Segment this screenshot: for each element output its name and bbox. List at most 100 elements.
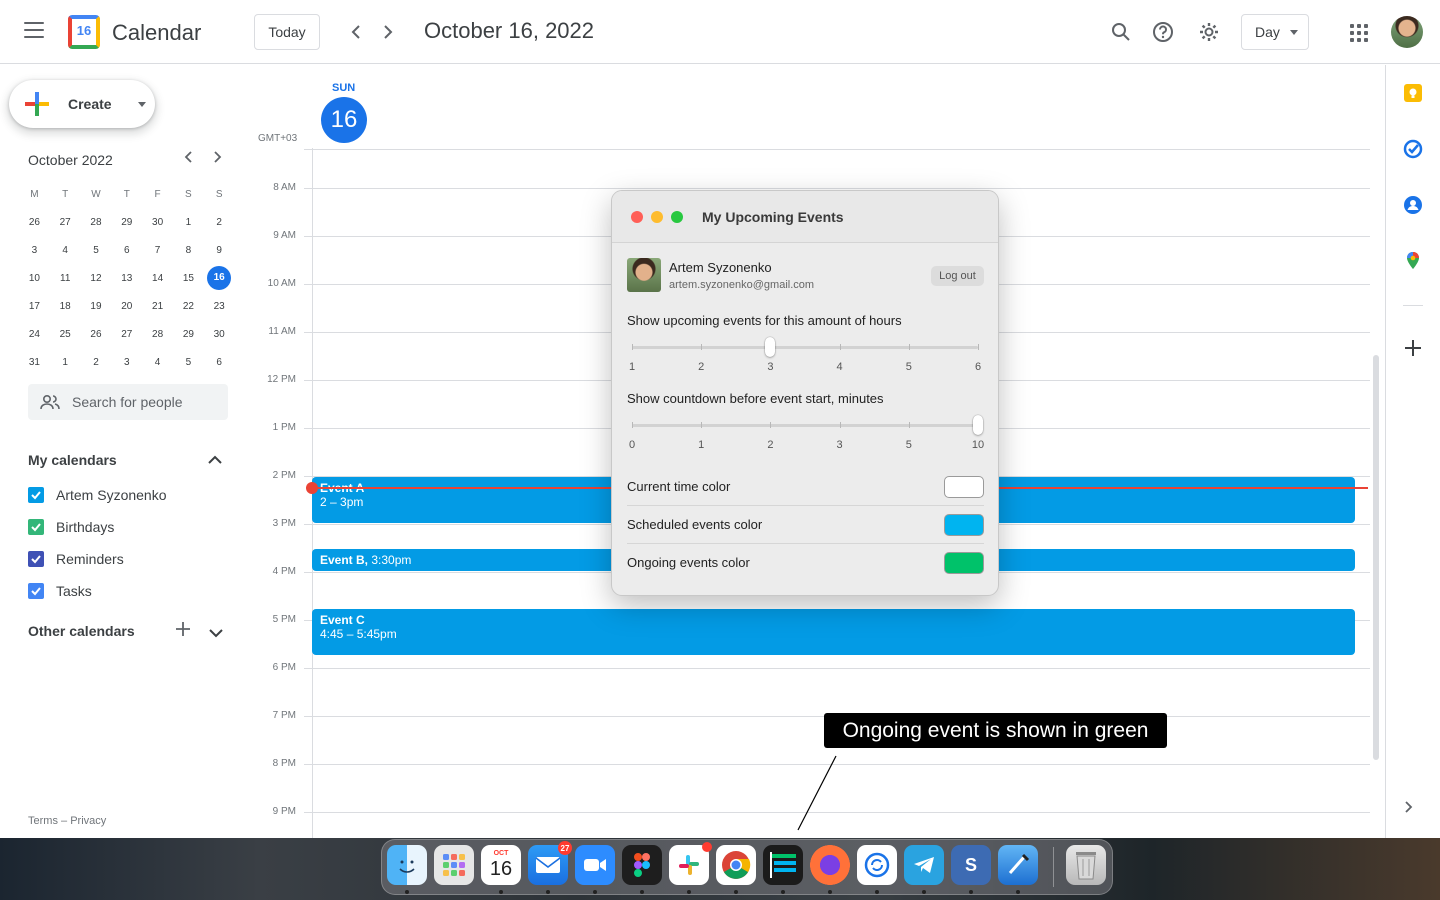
contacts-icon[interactable] xyxy=(1403,195,1423,215)
minimize-window-icon[interactable] xyxy=(651,211,663,223)
mini-calendar-day[interactable]: 9 xyxy=(204,245,235,256)
mini-calendar-day[interactable]: 2 xyxy=(204,217,235,228)
slack-icon[interactable] xyxy=(669,842,712,885)
logout-button[interactable]: Log out xyxy=(931,266,984,286)
main-menu-icon[interactable] xyxy=(24,22,44,40)
mini-calendar-day[interactable]: 3 xyxy=(111,357,142,368)
mini-calendar-day[interactable]: 18 xyxy=(50,301,81,312)
mini-calendar-day[interactable]: 6 xyxy=(204,357,235,368)
finder-icon[interactable] xyxy=(387,845,427,885)
calendar-item[interactable]: Artem Syzonenko xyxy=(28,483,167,507)
mini-calendar-day[interactable]: 25 xyxy=(50,329,81,340)
mini-calendar-day[interactable]: 4 xyxy=(142,357,173,368)
maps-icon[interactable] xyxy=(1403,251,1423,271)
search-icon[interactable] xyxy=(1107,18,1135,46)
google-apps-icon[interactable] xyxy=(1350,24,1368,42)
slider-knob[interactable] xyxy=(765,337,776,357)
mini-calendar-day[interactable]: 5 xyxy=(81,245,112,256)
mini-calendar-day[interactable]: 13 xyxy=(111,273,142,284)
checkbox-checked-icon[interactable] xyxy=(28,519,44,535)
slider-track[interactable] xyxy=(632,424,978,427)
color-swatch[interactable] xyxy=(944,476,984,498)
mini-calendar-day[interactable]: 29 xyxy=(173,329,204,340)
event-c[interactable]: Event C 4:45 – 5:45pm xyxy=(312,609,1355,655)
mini-calendar-day[interactable]: 28 xyxy=(81,217,112,228)
mini-calendar-day[interactable]: 19 xyxy=(81,301,112,312)
sync-icon[interactable] xyxy=(857,845,897,885)
checkbox-checked-icon[interactable] xyxy=(28,583,44,599)
mini-calendar-day[interactable]: 16 xyxy=(204,266,235,290)
create-button[interactable]: Create xyxy=(9,80,155,128)
checkbox-checked-icon[interactable] xyxy=(28,487,44,503)
zoom-icon[interactable] xyxy=(575,845,615,885)
view-selector[interactable]: Day xyxy=(1241,14,1309,50)
mini-calendar-day[interactable]: 1 xyxy=(173,217,204,228)
mini-calendar-day[interactable]: 1 xyxy=(50,357,81,368)
mini-calendar-day[interactable]: 22 xyxy=(173,301,204,312)
trash-icon[interactable] xyxy=(1066,845,1106,885)
color-swatch[interactable] xyxy=(944,552,984,574)
scrollbar[interactable] xyxy=(1373,355,1379,760)
help-icon[interactable] xyxy=(1149,18,1177,46)
mini-calendar-day[interactable]: 7 xyxy=(142,245,173,256)
checkbox-checked-icon[interactable] xyxy=(28,551,44,567)
mini-calendar-day[interactable]: 31 xyxy=(19,357,50,368)
mini-calendar-day[interactable]: 26 xyxy=(81,329,112,340)
mini-calendar-day[interactable]: 27 xyxy=(50,217,81,228)
calendar-item[interactable]: Birthdays xyxy=(28,515,114,539)
account-avatar[interactable] xyxy=(1391,16,1423,48)
settings-gear-icon[interactable] xyxy=(1195,18,1223,46)
my-calendars-title[interactable]: My calendars xyxy=(28,452,117,468)
search-people-field[interactable] xyxy=(28,384,228,420)
mini-calendar-day[interactable]: 12 xyxy=(81,273,112,284)
mini-calendar-day[interactable]: 2 xyxy=(81,357,112,368)
calendar-item[interactable]: Tasks xyxy=(28,579,92,603)
app-title[interactable]: Calendar xyxy=(112,20,201,46)
today-button[interactable]: Today xyxy=(254,14,320,50)
mini-calendar-day[interactable]: 14 xyxy=(142,273,173,284)
zoom-window-icon[interactable] xyxy=(671,211,683,223)
day-number[interactable]: 16 xyxy=(321,97,367,143)
calendar-item[interactable]: Reminders xyxy=(28,547,124,571)
figma-icon[interactable] xyxy=(622,845,662,885)
collapse-side-panel-icon[interactable] xyxy=(1405,800,1413,818)
mini-calendar-day[interactable]: 8 xyxy=(173,245,204,256)
privacy-link[interactable]: Privacy xyxy=(70,815,106,827)
mini-calendar-day[interactable]: 30 xyxy=(142,217,173,228)
search-people-input[interactable] xyxy=(72,384,222,420)
calendar-icon[interactable]: OCT 16 xyxy=(481,845,521,885)
telegram-icon[interactable] xyxy=(904,845,944,885)
chrome-icon[interactable] xyxy=(716,845,756,885)
mini-calendar-day[interactable]: 26 xyxy=(19,217,50,228)
mini-calendar-day[interactable]: 23 xyxy=(204,301,235,312)
xcode-icon[interactable] xyxy=(998,845,1038,885)
mini-calendar-day[interactable]: 21 xyxy=(142,301,173,312)
mini-calendar-day[interactable]: 17 xyxy=(19,301,50,312)
mini-calendar-day[interactable]: 10 xyxy=(19,273,50,284)
mini-calendar-day[interactable]: 20 xyxy=(111,301,142,312)
close-window-icon[interactable] xyxy=(631,211,643,223)
mini-calendar-day[interactable]: 3 xyxy=(19,245,50,256)
other-calendars-title[interactable]: Other calendars xyxy=(28,623,135,639)
mini-calendar-day[interactable]: 27 xyxy=(111,329,142,340)
mini-calendar-day[interactable]: 24 xyxy=(19,329,50,340)
next-day-button[interactable] xyxy=(376,20,400,44)
mini-calendar-day[interactable]: 15 xyxy=(173,273,204,284)
mini-next-month-button[interactable] xyxy=(208,150,228,168)
calendar-logo-icon[interactable]: 16 xyxy=(68,15,100,49)
add-calendar-icon[interactable] xyxy=(176,622,190,639)
mini-calendar-day[interactable]: 5 xyxy=(173,357,204,368)
chevron-up-icon[interactable] xyxy=(208,452,222,468)
get-addons-plus-icon[interactable] xyxy=(1403,337,1423,361)
launchpad-icon[interactable] xyxy=(434,845,474,885)
terms-link[interactable]: Terms xyxy=(28,815,58,827)
mini-prev-month-button[interactable] xyxy=(178,150,198,168)
color-swatch[interactable] xyxy=(944,514,984,536)
mini-calendar-day[interactable]: 6 xyxy=(111,245,142,256)
mini-calendar-day[interactable]: 28 xyxy=(142,329,173,340)
prev-day-button[interactable] xyxy=(344,20,368,44)
slider-knob[interactable] xyxy=(973,415,983,435)
tasks-icon[interactable] xyxy=(1403,139,1423,159)
slider-track[interactable] xyxy=(632,346,978,349)
keep-icon[interactable] xyxy=(1403,83,1423,103)
